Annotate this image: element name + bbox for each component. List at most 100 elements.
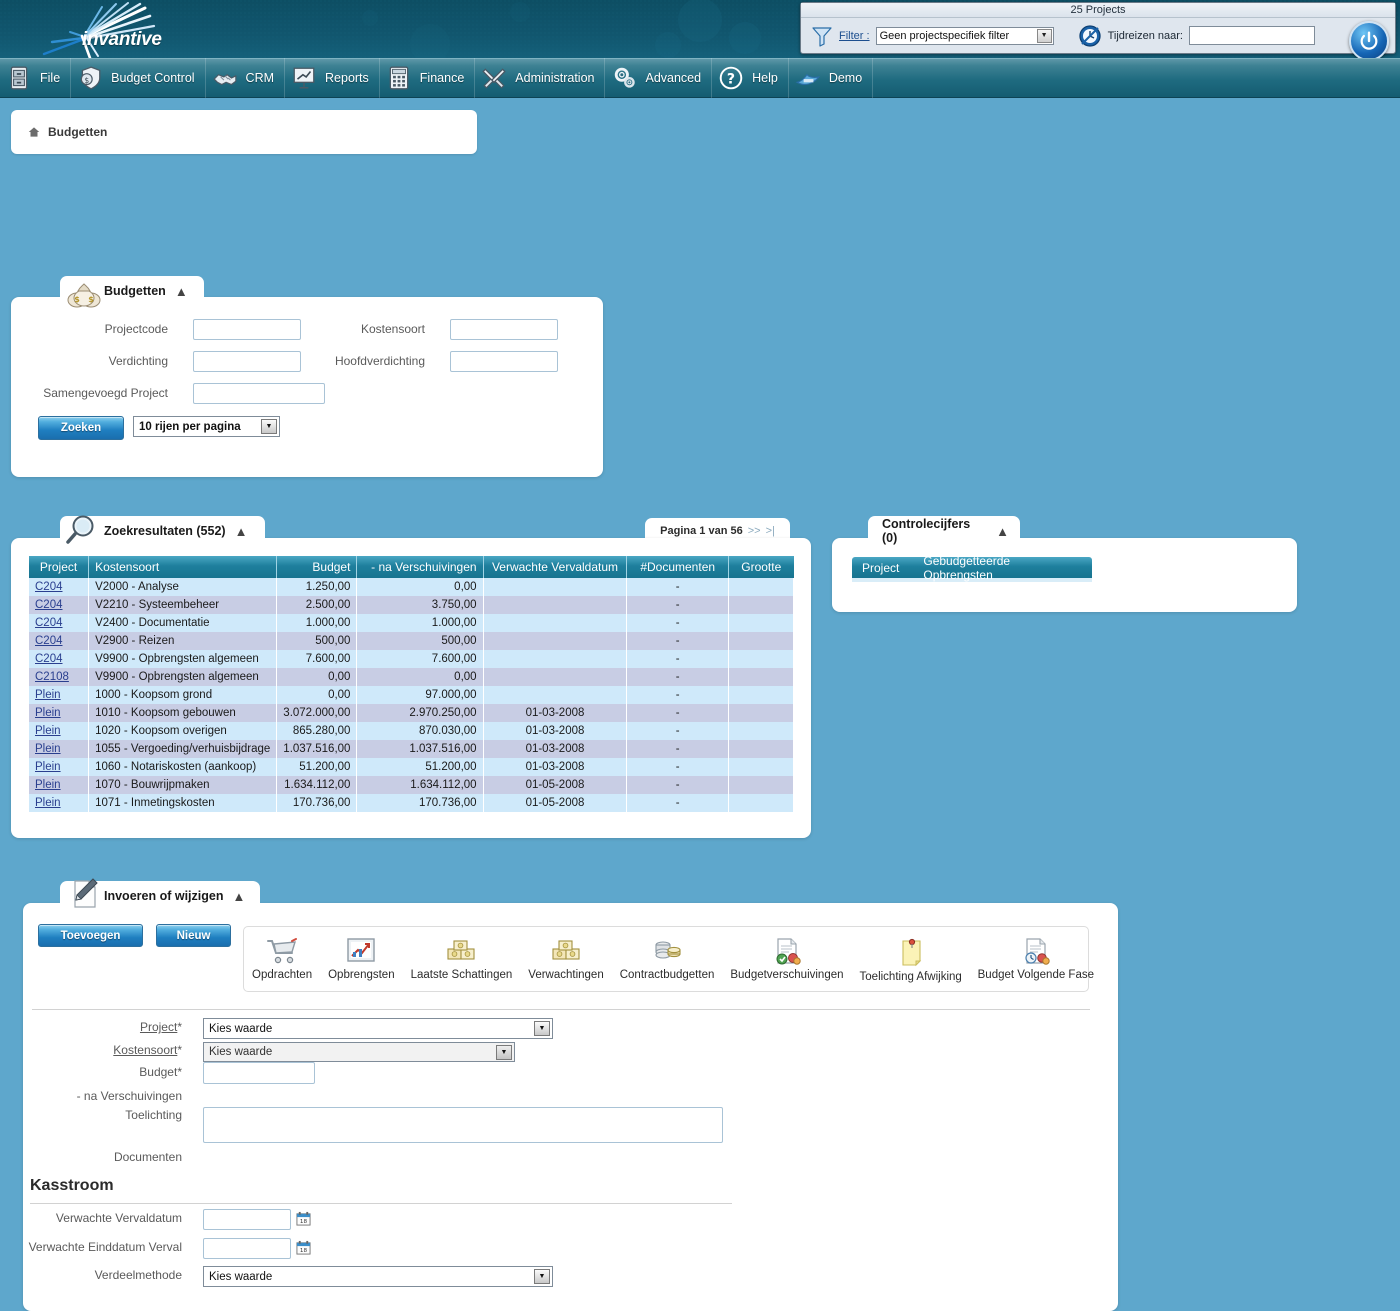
cell-project[interactable]: C204 — [29, 650, 90, 668]
kostensoort-input[interactable] — [450, 319, 558, 340]
table-row[interactable]: Plein 1010 - Koopsom gebouwen 3.072.000,00… — [29, 704, 794, 722]
col-kostensoort[interactable]: Kostensoort — [88, 556, 278, 578]
project-link[interactable]: Plein — [35, 761, 61, 773]
cell-project[interactable]: C204 — [29, 632, 90, 650]
table-row[interactable]: Plein 1055 - Vergoeding/verhuisbijdrage 1.… — [29, 740, 794, 758]
toolbar-item-budgetverschuivingen[interactable]: Budgetverschuivingen — [722, 927, 851, 989]
calendar-icon[interactable]: 18 — [296, 1211, 311, 1226]
col-budget[interactable]: Budget — [276, 556, 358, 578]
col-project[interactable]: Project — [29, 556, 90, 578]
toolbar-item-opdrachten[interactable]: Opdrachten — [244, 927, 320, 989]
table-row[interactable]: Plein 1070 - Bouwrijpmaken 1.634.112,00 1.6… — [29, 776, 794, 794]
table-row[interactable]: C2108 V9900 - Opbrengsten algemeen 0,00 0,0… — [29, 668, 794, 686]
toolbar-item-opbrengsten[interactable]: Opbrengsten — [320, 927, 403, 989]
col-documenten[interactable]: #Documenten — [626, 556, 729, 578]
project-link[interactable]: C204 — [35, 635, 63, 647]
form-kostensoort-select[interactable]: Kies waarde ▼ — [203, 1042, 515, 1062]
results-panel-tab[interactable]: Zoekresultaten (552) ▲ — [60, 515, 265, 546]
chevron-up-icon[interactable]: ▲ — [175, 285, 188, 298]
cell-project[interactable]: Plein — [29, 704, 90, 722]
project-link[interactable]: Plein — [35, 743, 61, 755]
table-row[interactable]: C204 V9900 - Opbrengsten algemeen 7.600,00… — [29, 650, 794, 668]
cell-documenten: - — [626, 722, 729, 740]
project-link[interactable]: Plein — [35, 707, 61, 719]
cell-project[interactable]: C2108 — [29, 668, 90, 686]
breadcrumb[interactable]: Budgetten — [11, 110, 477, 154]
menu-item-budget-control[interactable]: $ Budget Control — [71, 58, 206, 98]
cell-project[interactable]: C204 — [29, 578, 90, 596]
toolbar-item-budget-volgende-fase[interactable]: Budget Volgende Fase — [970, 927, 1102, 989]
cell-project[interactable]: Plein — [29, 758, 90, 776]
table-row[interactable]: C204 V2400 - Documentatie 1.000,00 1.000,00… — [29, 614, 794, 632]
project-link[interactable]: Plein — [35, 779, 61, 791]
cell-project[interactable]: Plein — [29, 722, 90, 740]
cell-project[interactable]: Plein — [29, 740, 90, 758]
table-row[interactable]: Plein 1071 - Inmetingskosten 170.736,00 170… — [29, 794, 794, 812]
filter-label[interactable]: Filter : — [839, 30, 870, 42]
toolbar-item-verwachtingen[interactable]: Verwachtingen — [520, 927, 611, 989]
project-link[interactable]: C2108 — [35, 671, 69, 683]
table-row[interactable]: Plein 1000 - Koopsom grond 0,00 97.000,00 - — [29, 686, 794, 704]
kasstroom-verdeelmethode-select[interactable]: Kies waarde ▼ — [203, 1266, 553, 1287]
menu-item-file[interactable]: File — [0, 58, 72, 98]
cell-project[interactable]: C204 — [29, 614, 90, 632]
project-link[interactable]: Plein — [35, 689, 61, 701]
menu-item-demo[interactable]: Demo — [789, 58, 874, 98]
form-budget-input[interactable] — [203, 1062, 315, 1084]
table-row[interactable]: Plein 1060 - Notariskosten (aankoop) 51.20… — [29, 758, 794, 776]
toolbar-item-laatste-schattingen[interactable]: Laatste Schattingen — [403, 927, 521, 989]
form-project-select[interactable]: Kies waarde ▼ — [203, 1018, 553, 1039]
clock-icon[interactable] — [1078, 24, 1102, 48]
new-button[interactable]: Nieuw — [156, 924, 231, 947]
cell-project[interactable]: Plein — [29, 686, 90, 704]
cell-kostensoort: 1020 - Koopsom overigen — [88, 722, 278, 740]
rows-per-page-select[interactable]: 10 rijen per pagina ▼ — [133, 416, 280, 437]
menu-item-administration[interactable]: Administration — [475, 58, 606, 98]
project-link[interactable]: Plein — [35, 797, 61, 809]
chevron-up-icon[interactable]: ▲ — [996, 525, 1009, 538]
table-row[interactable]: Plein 1020 - Koopsom overigen 865.280,00 87… — [29, 722, 794, 740]
col-verwachte-vervaldatum[interactable]: Verwachte Vervaldatum — [483, 556, 628, 578]
project-link[interactable]: C204 — [35, 653, 63, 665]
edit-panel-tab[interactable]: Invoeren of wijzigen ▲ — [60, 878, 260, 911]
chevron-up-icon[interactable]: ▲ — [232, 890, 245, 903]
samengevoegd-project-input[interactable] — [193, 383, 325, 404]
pager-next-button[interactable]: >> — [748, 525, 761, 537]
form-toelichting-textarea[interactable] — [203, 1107, 723, 1143]
project-link[interactable]: C204 — [35, 581, 63, 593]
search-panel-tab[interactable]: $ $ Budgetten ▲ — [60, 276, 204, 308]
toolbar-item-contractbudgetten[interactable]: Contractbudgetten — [612, 927, 723, 989]
toolbar-item-toelichting-afwijking[interactable]: Toelichting Afwijking — [852, 927, 970, 991]
brand-logo[interactable]: invantive — [30, 2, 210, 58]
add-button[interactable]: Toevoegen — [38, 924, 143, 947]
kasstroom-einddatum-input[interactable] — [203, 1238, 291, 1259]
project-link[interactable]: C204 — [35, 599, 63, 611]
table-row[interactable]: C204 V2210 - Systeembeheer 2.500,00 3.750,0… — [29, 596, 794, 614]
cell-project[interactable]: Plein — [29, 776, 90, 794]
project-link[interactable]: C204 — [35, 617, 63, 629]
search-button[interactable]: Zoeken — [38, 416, 124, 440]
cc-col-project[interactable]: Project — [862, 561, 899, 575]
menu-item-advanced[interactable]: Advanced — [605, 58, 713, 98]
project-filter-select[interactable]: Geen projectspecifiek filter ▼ — [875, 26, 1054, 45]
calendar-icon[interactable]: 18 — [296, 1240, 311, 1255]
col-na-verschuivingen[interactable]: - na Verschuivingen — [356, 556, 484, 578]
table-row[interactable]: C204 V2900 - Reizen 500,00 500,00- — [29, 632, 794, 650]
timetravel-input[interactable] — [1188, 26, 1315, 45]
pager-last-button[interactable]: >| — [766, 525, 775, 537]
menu-item-reports[interactable]: Reports — [285, 58, 380, 98]
kasstroom-vervaldatum-input[interactable] — [203, 1209, 291, 1230]
cell-project[interactable]: Plein — [29, 794, 90, 812]
cell-project[interactable]: C204 — [29, 596, 90, 614]
menu-item-help[interactable]: ? Help — [712, 58, 789, 98]
cc-col-gebudgetteerde-opbrengsten[interactable]: Gebudgetteerde Opbrengsten — [923, 554, 1082, 582]
project-link[interactable]: Plein — [35, 725, 61, 737]
col-grootte[interactable]: Grootte — [728, 556, 794, 578]
power-button[interactable] — [1349, 21, 1389, 58]
table-row[interactable]: C204 V2000 - Analyse 1.250,00 0,00 - — [29, 578, 794, 596]
chevron-up-icon[interactable]: ▲ — [235, 525, 248, 538]
controlecijfers-panel-tab[interactable]: Controlecijfers (0) ▲ — [868, 516, 1020, 546]
menu-item-crm[interactable]: CRM — [206, 58, 286, 98]
menu-item-finance[interactable]: Finance — [380, 58, 476, 98]
hoofdverdichting-input[interactable] — [450, 351, 558, 372]
